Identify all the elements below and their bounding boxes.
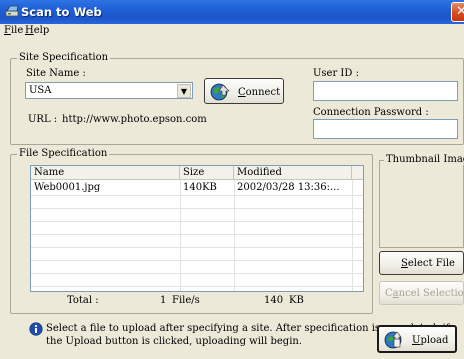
info-text-line2: the Upload button is clicked, uploading … <box>46 336 303 347</box>
total-label: Total : <box>67 295 99 306</box>
site-name-select[interactable]: USA ▼ <box>25 82 193 99</box>
gridline <box>352 180 353 291</box>
total-size: 140 <box>264 295 284 306</box>
title-bar[interactable]: Scan to Web ✕ <box>0 0 464 24</box>
table-row[interactable]: Web0001.jpg 140KB 2002/03/28 13:36:... <box>31 182 363 195</box>
close-icon: ✕ <box>456 4 464 19</box>
user-id-input[interactable] <box>313 81 458 101</box>
client-area: Site Specification Site Name : USA ▼ Con… <box>0 40 464 359</box>
select-file-button[interactable]: Select File <box>379 251 464 275</box>
connect-label: Connect <box>238 87 281 98</box>
file-specification-label: File Specification <box>17 148 110 159</box>
gridline <box>31 273 363 274</box>
column-header-name[interactable]: Name <box>31 166 180 180</box>
gridline <box>31 234 363 235</box>
file-list-header: Name Size Modified <box>31 166 363 180</box>
window-title: Scan to Web <box>21 5 102 19</box>
user-id-label: User ID : <box>313 68 359 79</box>
connection-password-label: Connection Password : <box>313 107 429 118</box>
url-label: URL : <box>28 114 58 125</box>
file-list[interactable]: Name Size Modified Web0001.jpg 140KB 200… <box>30 165 364 292</box>
connect-button[interactable]: Connect <box>204 78 284 104</box>
total-size-unit: KB <box>289 295 304 306</box>
app-scanner-icon <box>5 5 19 18</box>
gridline <box>180 180 181 291</box>
info-icon <box>29 322 43 339</box>
menu-bar: File Help <box>0 24 464 40</box>
gridline <box>31 286 363 287</box>
close-button[interactable]: ✕ <box>451 2 464 22</box>
file-size-cell: 140KB <box>183 182 217 193</box>
connection-password-input[interactable] <box>313 119 458 139</box>
total-unit: File/s <box>172 295 200 306</box>
menu-file[interactable]: File <box>4 25 23 36</box>
upload-icon <box>383 330 403 353</box>
menu-help[interactable]: Help <box>25 25 49 36</box>
total-count: 1 <box>160 295 167 306</box>
column-header-modified[interactable]: Modified <box>234 166 352 180</box>
site-name-value: USA <box>29 85 52 96</box>
gridline <box>234 180 235 291</box>
gridline <box>31 195 363 196</box>
cancel-selection-label: Cancel Selection <box>385 288 464 299</box>
site-name-label: Site Name : <box>26 68 86 79</box>
site-specification-label: Site Specification <box>17 52 111 63</box>
gridline <box>31 260 363 261</box>
dropdown-arrow-icon[interactable]: ▼ <box>177 84 191 98</box>
gridline <box>31 208 363 209</box>
thumbnail-image-panel <box>379 160 464 248</box>
url-value: http://www.photo.epson.com <box>62 114 207 125</box>
upload-label: Upload <box>412 335 449 346</box>
column-header-size[interactable]: Size <box>180 166 234 180</box>
file-modified-cell: 2002/03/28 13:36:... <box>237 182 340 193</box>
select-file-label: Select File <box>401 258 455 269</box>
globe-connect-icon <box>209 82 231 105</box>
cancel-selection-button[interactable]: Cancel Selection <box>379 281 464 305</box>
gridline <box>31 221 363 222</box>
upload-button[interactable]: Upload <box>377 325 457 353</box>
file-name-cell: Web0001.jpg <box>34 182 101 193</box>
gridline <box>31 247 363 248</box>
thumbnail-image-label: Thumbnail Image <box>384 154 464 165</box>
